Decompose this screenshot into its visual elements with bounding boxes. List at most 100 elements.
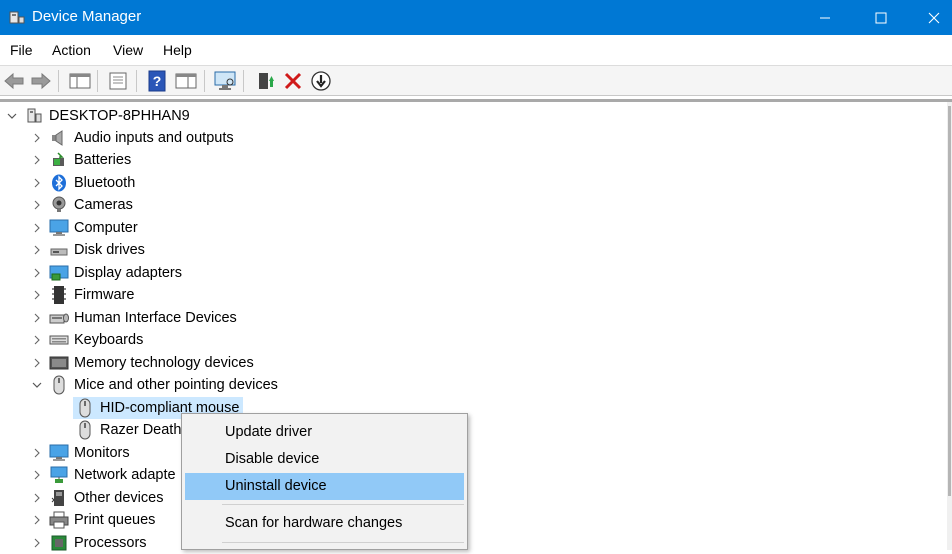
- tree-item-audio[interactable]: Audio inputs and outputs: [31, 127, 234, 149]
- tree-root[interactable]: DESKTOP-8PHHAN9: [6, 105, 190, 127]
- chevron-right-icon[interactable]: [31, 177, 43, 189]
- hid-icon: [49, 308, 69, 328]
- toolbar-separator: [136, 70, 137, 92]
- tree-item-label: Razer DeathA: [100, 422, 192, 438]
- tree-item-keyboards[interactable]: Keyboards: [31, 329, 143, 351]
- tree-item-label: Batteries: [74, 152, 132, 168]
- chevron-down-icon[interactable]: [31, 379, 43, 391]
- tree-item-label: Disk drives: [74, 242, 145, 258]
- chevron-right-icon[interactable]: [31, 492, 43, 504]
- disable-icon: [311, 71, 331, 91]
- tree-item-print-queues[interactable]: Print queues: [31, 509, 155, 531]
- chevron-right-icon[interactable]: [31, 537, 43, 549]
- chevron-down-icon[interactable]: [6, 110, 18, 122]
- chevron-right-icon[interactable]: [31, 514, 43, 526]
- update-driver-icon: [259, 73, 274, 89]
- tree-item-processors[interactable]: Processors: [31, 532, 147, 554]
- update-driver-menu-item[interactable]: Update driver: [185, 419, 464, 446]
- disable-device-menu-item[interactable]: Disable device: [185, 446, 464, 473]
- maximize-icon: [875, 12, 887, 23]
- show-hide-console-tree-icon: [69, 73, 91, 89]
- chevron-right-icon[interactable]: [31, 357, 43, 369]
- chevron-right-icon[interactable]: [31, 222, 43, 234]
- tree-item-monitors[interactable]: Monitors: [31, 442, 130, 464]
- processor-icon: [49, 533, 69, 553]
- properties-icon: [109, 72, 127, 90]
- scan-hardware-changes-menu-item[interactable]: Scan for hardware changes: [185, 510, 464, 537]
- help-icon: ?: [148, 70, 166, 92]
- camera-icon: [49, 195, 69, 215]
- tree-item-cameras[interactable]: Cameras: [31, 194, 133, 216]
- menu-separator: [222, 504, 464, 505]
- tree-item-other-devices[interactable]: Other devices: [31, 487, 163, 509]
- menu-action[interactable]: Action: [52, 42, 91, 58]
- toolbar-separator: [204, 70, 205, 92]
- tree-item-label: Cameras: [74, 197, 133, 213]
- tree-item-disk-drives[interactable]: Disk drives: [31, 239, 145, 261]
- tree-item-hid[interactable]: Human Interface Devices: [31, 307, 237, 329]
- minimize-button[interactable]: [802, 0, 848, 35]
- disable-button[interactable]: [309, 69, 333, 93]
- close-button[interactable]: [916, 0, 952, 35]
- action-pane-icon: [175, 73, 197, 89]
- chevron-right-icon[interactable]: [31, 154, 43, 166]
- tree-item-label: Print queues: [74, 512, 156, 528]
- mouse-icon: [75, 398, 95, 418]
- chevron-right-icon[interactable]: [31, 244, 43, 256]
- scan-hardware-button[interactable]: [213, 69, 237, 93]
- chevron-right-icon[interactable]: [31, 132, 43, 144]
- toolbar: ?: [0, 65, 952, 96]
- tree-item-memory[interactable]: Memory technology devices: [31, 352, 254, 374]
- show-hide-console-tree-button[interactable]: [68, 69, 92, 93]
- properties-button[interactable]: [106, 69, 130, 93]
- battery-icon: [49, 150, 69, 170]
- tree-item-label: Keyboards: [74, 332, 144, 348]
- chevron-right-icon[interactable]: [31, 334, 43, 346]
- chevron-right-icon[interactable]: [31, 289, 43, 301]
- update-driver-button[interactable]: [253, 69, 277, 93]
- monitor-icon: [49, 443, 69, 463]
- vertical-scrollbar[interactable]: [947, 102, 952, 550]
- uninstall-icon: [284, 72, 302, 90]
- tree-item-label: Display adapters: [74, 265, 182, 281]
- tree-item-label: Audio inputs and outputs: [74, 130, 234, 146]
- close-icon: [928, 12, 940, 23]
- tree-item-label: Computer: [74, 220, 138, 236]
- chevron-right-icon[interactable]: [31, 469, 43, 481]
- menu-separator: [222, 542, 464, 543]
- action-pane-button[interactable]: [174, 69, 198, 93]
- tree-item-label: Mice and other pointing devices: [74, 377, 278, 393]
- computer-icon: [24, 106, 44, 126]
- tree-item-batteries[interactable]: Batteries: [31, 149, 131, 171]
- uninstall-button[interactable]: [281, 69, 305, 93]
- uninstall-device-menu-item[interactable]: Uninstall device: [185, 473, 464, 500]
- scrollbar-thumb[interactable]: [948, 106, 951, 496]
- title-bar: Device Manager: [0, 0, 952, 35]
- chevron-right-icon[interactable]: [31, 267, 43, 279]
- tree-item-computer[interactable]: Computer: [31, 217, 138, 239]
- help-button[interactable]: ?: [145, 69, 169, 93]
- tree-item-display-adapters[interactable]: Display adapters: [31, 262, 182, 284]
- chevron-right-icon[interactable]: [31, 447, 43, 459]
- menu-view[interactable]: View: [113, 42, 143, 58]
- tree-item-label: Bluetooth: [74, 175, 136, 191]
- tree-item-label: Network adapte: [74, 467, 176, 483]
- menu-file[interactable]: File: [10, 42, 33, 58]
- menu-help[interactable]: Help: [163, 42, 192, 58]
- tree-item-network[interactable]: Network adapte: [31, 464, 176, 486]
- forward-button[interactable]: [29, 69, 53, 93]
- maximize-button[interactable]: [858, 0, 904, 35]
- bluetooth-icon: [49, 173, 69, 193]
- chevron-right-icon[interactable]: [31, 312, 43, 324]
- device-tree: DESKTOP-8PHHAN9 Audio inputs and outputs…: [0, 102, 947, 551]
- tree-item-firmware[interactable]: Firmware: [31, 284, 134, 306]
- back-icon: [4, 72, 24, 90]
- chevron-right-icon[interactable]: [31, 199, 43, 211]
- tree-item-razer-mouse[interactable]: Razer DeathA: [73, 419, 191, 441]
- tree-item-bluetooth[interactable]: Bluetooth: [31, 172, 135, 194]
- tree-item-mice[interactable]: Mice and other pointing devices: [31, 374, 278, 396]
- memory-icon: [49, 353, 69, 373]
- tree-item-label: Firmware: [74, 287, 135, 303]
- menu-bar: File Action View Help: [0, 35, 952, 65]
- back-button[interactable]: [2, 69, 26, 93]
